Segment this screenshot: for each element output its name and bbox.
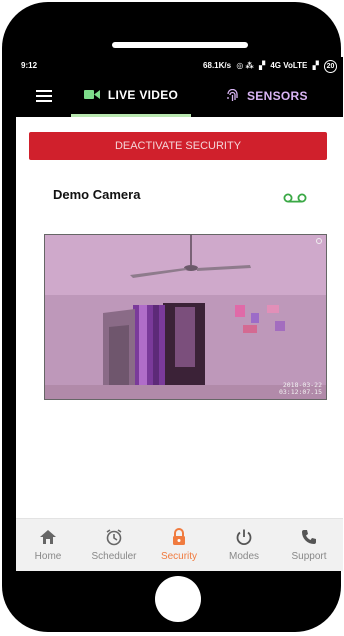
- nav-home[interactable]: Home: [16, 527, 80, 562]
- deactivate-security-button[interactable]: DEACTIVATE SECURITY: [29, 132, 327, 160]
- menu-icon[interactable]: [36, 90, 52, 102]
- lock-icon: [147, 527, 211, 547]
- nav-support-label: Support: [291, 551, 327, 562]
- nav-scheduler-label: Scheduler: [91, 551, 137, 562]
- camera-name: Demo Camera: [53, 187, 141, 202]
- tab-sensors[interactable]: SENSORS: [226, 75, 308, 117]
- network-type: 4G VoLTE: [270, 61, 308, 70]
- nav-modes-label: Modes: [228, 551, 259, 562]
- recording-icon[interactable]: [283, 190, 307, 208]
- power-icon: [212, 527, 276, 547]
- live-video-feed[interactable]: 2018-03-22 03:12:07.15: [44, 234, 327, 400]
- video-timestamp: 2018-03-22 03:12:07.15: [279, 382, 322, 396]
- home-icon: [16, 527, 80, 547]
- status-time: 9:12: [21, 61, 38, 70]
- nav-modes[interactable]: Modes: [212, 527, 276, 562]
- signal-icon: ▞: [258, 61, 266, 70]
- status-right: 68.1K/s ◎ ⁂ ▞ 4G VoLTE ▞ 20: [200, 60, 337, 73]
- fingerprint-icon: [226, 89, 239, 103]
- tab-live-video-label: LIVE VIDEO: [107, 87, 179, 102]
- timestamp-time: 03:12:07.15: [278, 388, 322, 396]
- settings-dot-icon: [316, 238, 322, 244]
- battery-badge: 20: [324, 60, 337, 73]
- camera-frame-image: [45, 235, 326, 399]
- status-bar: 9:12 68.1K/s ◎ ⁂ ▞ 4G VoLTE ▞ 20: [16, 57, 343, 75]
- scheduler-icon: [82, 527, 146, 547]
- nav-security[interactable]: Security: [147, 527, 211, 562]
- network-speed: 68.1K/s: [203, 61, 232, 70]
- signal2-icon: ▞: [312, 61, 319, 70]
- top-nav: LIVE VIDEO SENSORS: [16, 75, 343, 117]
- bottom-nav: Home Scheduler Security Modes Support: [16, 518, 343, 571]
- app-screen: 9:12 68.1K/s ◎ ⁂ ▞ 4G VoLTE ▞ 20 LIVE VI…: [16, 57, 343, 571]
- nav-scheduler[interactable]: Scheduler: [82, 527, 146, 562]
- nav-home-label: Home: [34, 551, 62, 562]
- nav-security-label: Security: [160, 551, 198, 562]
- tab-sensors-label: SENSORS: [247, 89, 308, 103]
- phone-home-button[interactable]: [155, 576, 201, 622]
- nav-support[interactable]: Support: [277, 527, 341, 562]
- phone-icon: [277, 527, 341, 547]
- phone-speaker: [112, 42, 248, 48]
- tab-live-video[interactable]: LIVE VIDEO: [71, 75, 191, 117]
- video-camera-icon: [83, 89, 100, 100]
- wifi-icon: ◎ ⁂: [236, 61, 254, 70]
